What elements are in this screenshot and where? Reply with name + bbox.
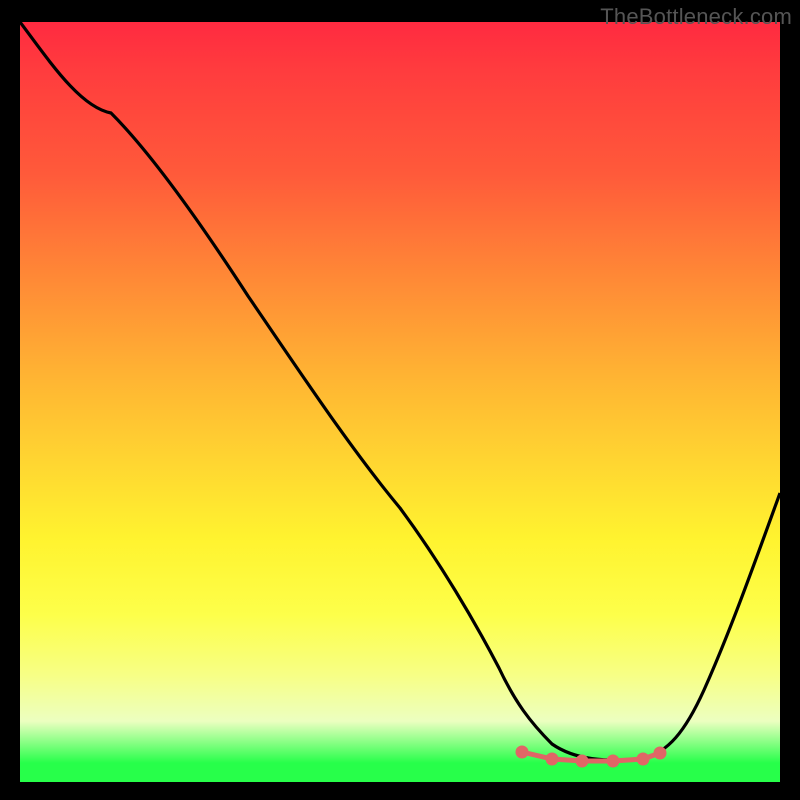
plot-frame — [20, 22, 780, 782]
watermark-label: TheBottleneck.com — [600, 4, 792, 30]
bottleneck-curve — [20, 22, 780, 760]
chart-container: TheBottleneck.com — [0, 0, 800, 800]
plot-area — [20, 22, 780, 782]
curve-layer — [20, 22, 780, 782]
